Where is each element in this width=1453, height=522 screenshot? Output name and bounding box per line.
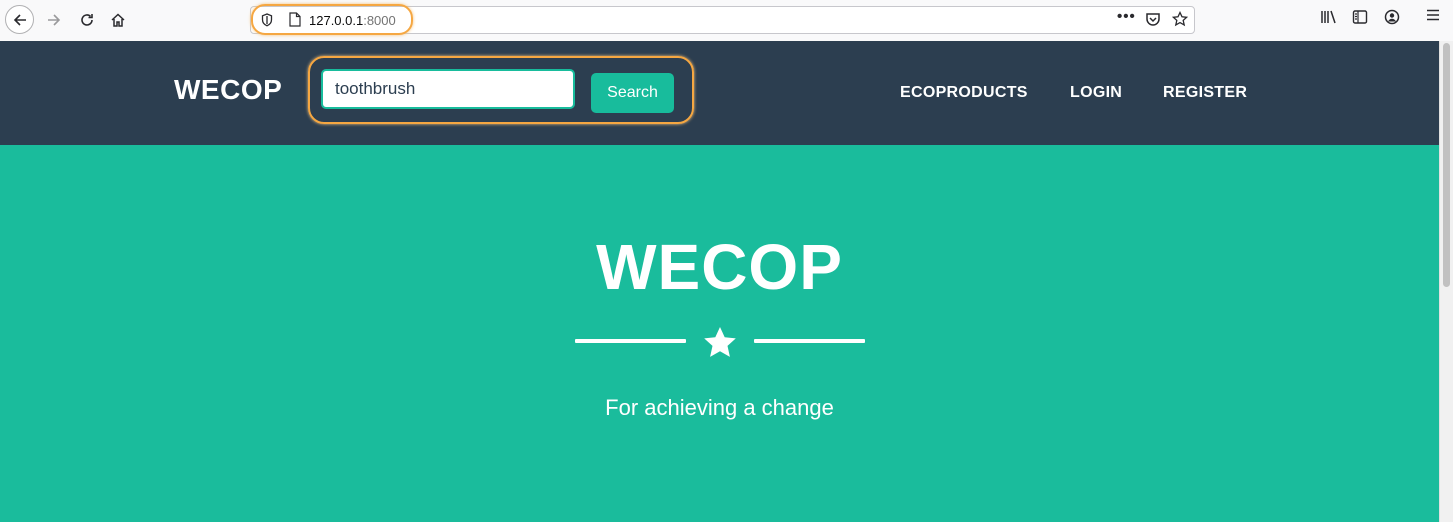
back-arrow-icon[interactable] <box>5 5 34 34</box>
page-scrollbar[interactable] <box>1439 41 1453 522</box>
hero-title: WECOP <box>596 231 843 303</box>
browser-toolbar: 127.0.0.1:8000 ••• <box>0 0 1453 42</box>
scrollbar-thumb[interactable] <box>1443 43 1450 287</box>
page-content: WECOP Search ECOPRODUCTS LOGIN REGISTER … <box>0 41 1439 522</box>
star-icon <box>704 327 736 357</box>
hamburger-menu-icon[interactable] <box>1425 7 1441 28</box>
divider-line-left <box>575 339 686 343</box>
library-icon[interactable] <box>1320 9 1338 29</box>
url-port: :8000 <box>363 13 396 28</box>
home-icon[interactable] <box>104 6 132 34</box>
reload-icon[interactable] <box>73 6 101 34</box>
nav-link-register[interactable]: REGISTER <box>1163 84 1247 102</box>
pocket-icon[interactable] <box>1145 11 1161 31</box>
url-host: 127.0.0.1 <box>309 13 364 28</box>
page-icon <box>289 12 301 27</box>
url-text[interactable]: 127.0.0.1:8000 <box>309 13 396 28</box>
star-icon[interactable] <box>1171 10 1189 31</box>
forward-arrow-icon[interactable] <box>40 6 68 34</box>
nav-link-ecoproducts[interactable]: ECOPRODUCTS <box>900 84 1028 102</box>
hero-subtitle: For achieving a change <box>605 395 834 420</box>
account-icon[interactable] <box>1384 9 1400 29</box>
url-bar[interactable]: 127.0.0.1:8000 ••• <box>250 4 1195 35</box>
hero-section: WECOP For achieving a change <box>0 145 1439 522</box>
site-navbar: WECOP Search ECOPRODUCTS LOGIN REGISTER <box>0 41 1439 145</box>
brand-logo[interactable]: WECOP <box>174 74 282 106</box>
sidebar-icon[interactable] <box>1352 9 1368 29</box>
shield-icon[interactable] <box>261 13 273 27</box>
search-button[interactable]: Search <box>591 73 674 113</box>
nav-link-login[interactable]: LOGIN <box>1070 84 1122 102</box>
more-icon[interactable]: ••• <box>1117 8 1136 25</box>
search-input[interactable] <box>321 69 575 109</box>
divider-line-right <box>754 339 865 343</box>
